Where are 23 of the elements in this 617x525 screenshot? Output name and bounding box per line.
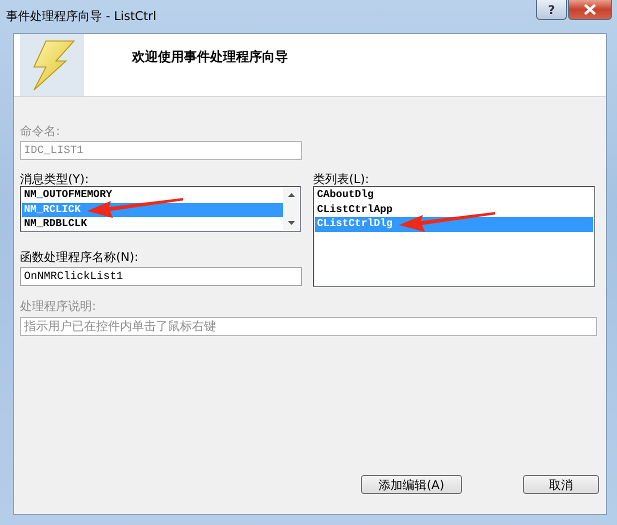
- down-arrow-icon: [288, 221, 294, 225]
- field-label: 类列表(L):: [313, 172, 370, 186]
- scrollbar[interactable]: [283, 188, 299, 230]
- list-item[interactable]: CListCtrlApp: [315, 202, 593, 217]
- cancel-button[interactable]: 取消: [523, 475, 599, 494]
- add-edit-button[interactable]: 添加编辑(A): [361, 475, 462, 494]
- class-list[interactable]: CAboutDlg CListCtrlApp CListCtrlDlg: [313, 186, 595, 287]
- close-button[interactable]: [568, 0, 612, 20]
- close-icon: [583, 4, 597, 15]
- up-arrow-icon: [288, 193, 294, 197]
- window-title: 事件处理程序向导 - ListCtrl: [6, 8, 156, 25]
- field-label: 处理程序说明:: [20, 299, 98, 313]
- message-type-list[interactable]: NM_OUTOFMEMORY NM_RCLICK NM_RDBLCLK: [20, 186, 301, 232]
- header-title: 欢迎使用事件处理程序向导: [132, 48, 288, 67]
- field-label: 消息类型(Y):: [20, 172, 90, 186]
- list-item[interactable]: CAboutDlg: [315, 188, 593, 202]
- help-button[interactable]: ?: [536, 0, 567, 20]
- field-label: 命令名:: [20, 124, 62, 138]
- lightning-bolt-icon: [20, 34, 84, 96]
- list-item[interactable]: NM_RDBLCLK: [22, 217, 283, 232]
- handler-name-field[interactable]: OnNMRClickList1: [20, 267, 302, 286]
- list-item[interactable]: NM_OUTOFMEMORY: [22, 188, 283, 202]
- field-label: 函数处理程序名称(N):: [20, 250, 140, 264]
